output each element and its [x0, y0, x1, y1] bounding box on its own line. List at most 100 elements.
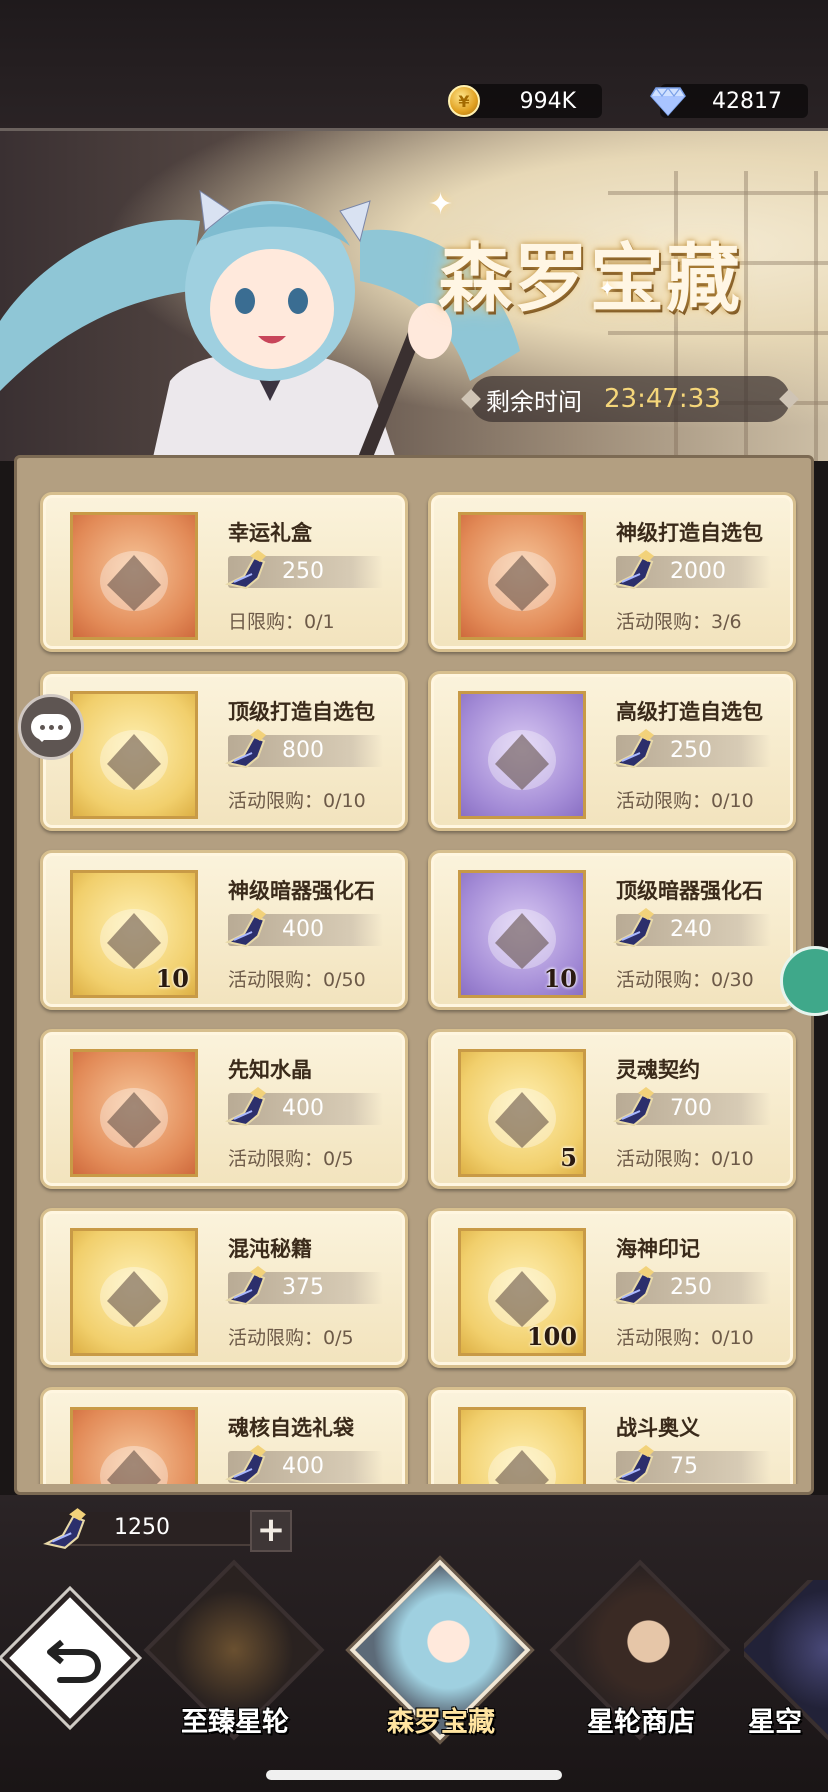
- item-price: 400: [282, 1096, 324, 1121]
- chat-icon: [31, 714, 71, 742]
- item-name: 神级打造自选包: [616, 521, 763, 545]
- item-thumbnail: [70, 1228, 198, 1356]
- shop-item-card[interactable]: 10 顶级暗器强化石 240 活动限购：0/30: [428, 850, 796, 1010]
- item-thumbnail: [458, 1407, 586, 1484]
- price-tag: 700: [613, 1087, 771, 1127]
- item-icon: [100, 1267, 168, 1327]
- item-name: 先知水晶: [228, 1058, 312, 1082]
- shop-item-card[interactable]: 先知水晶 400 活动限购：0/5: [40, 1029, 408, 1189]
- token-icon: [225, 550, 266, 590]
- token-icon: [613, 1087, 654, 1127]
- purchase-limit: 活动限购：0/10: [616, 1148, 754, 1170]
- tab-starry-sky[interactable]: 星空: [744, 1580, 828, 1750]
- purchase-limit: 活动限购：0/10: [616, 1327, 754, 1349]
- tab-label: 森罗宝藏: [387, 1707, 495, 1738]
- tab-label: 至臻星轮: [181, 1707, 289, 1738]
- sparkle-icon: ✦: [428, 187, 454, 222]
- price-tag: 250: [225, 550, 383, 590]
- item-quantity: 10: [155, 964, 189, 993]
- item-thumbnail: 5: [458, 1049, 586, 1177]
- item-price: 375: [282, 1275, 324, 1300]
- shop-item-list[interactable]: 幸运礼盒 250 日限购：0/1 神级打造自选包 2000 活动限购：3/6 顶…: [26, 490, 800, 1484]
- token-icon: [225, 1087, 266, 1127]
- token-icon: [613, 1266, 654, 1306]
- item-thumbnail: [70, 691, 198, 819]
- item-icon: [100, 1446, 168, 1484]
- item-quantity: 5: [560, 1143, 577, 1172]
- token-icon: [225, 908, 266, 948]
- item-icon: [488, 1446, 556, 1484]
- item-quantity: 10: [543, 964, 577, 993]
- shop-item-card[interactable]: 5 灵魂契约 700 活动限购：0/10: [428, 1029, 796, 1189]
- item-price: 250: [670, 738, 712, 763]
- item-icon: [488, 551, 556, 611]
- gold-counter[interactable]: ¥ 994K: [448, 84, 602, 118]
- shop-item-card[interactable]: 幸运礼盒 250 日限购：0/1: [40, 492, 408, 652]
- home-indicator: [266, 1770, 562, 1780]
- item-name: 顶级打造自选包: [228, 700, 375, 724]
- price-tag: 240: [613, 908, 771, 948]
- price-tag: 75: [613, 1445, 771, 1484]
- gold-value: 994K: [519, 88, 576, 114]
- token-count: 1250: [114, 1515, 170, 1540]
- tab-label: 星轮商店: [587, 1707, 695, 1738]
- item-price: 800: [282, 738, 324, 763]
- chat-button[interactable]: [18, 694, 84, 760]
- purchase-limit: 活动限购：0/50: [228, 969, 366, 991]
- item-price: 400: [282, 1454, 324, 1479]
- shop-item-card[interactable]: 魂核自选礼袋 400: [40, 1387, 408, 1484]
- price-tag: 375: [225, 1266, 383, 1306]
- item-thumbnail: 100: [458, 1228, 586, 1356]
- item-thumbnail: 10: [458, 870, 586, 998]
- add-token-button[interactable]: +: [250, 1510, 292, 1552]
- shop-item-card[interactable]: 10 神级暗器强化石 400 活动限购：0/50: [40, 850, 408, 1010]
- item-thumbnail: [70, 1049, 198, 1177]
- event-title: 森罗宝藏: [438, 236, 742, 322]
- price-tag: 250: [613, 1266, 771, 1306]
- tab-senluo-treasure[interactable]: 森罗宝藏: [349, 1559, 531, 1750]
- item-price: 75: [670, 1454, 698, 1479]
- back-icon: [47, 1639, 102, 1683]
- purchase-limit: 活动限购：0/10: [228, 790, 366, 812]
- shop-item-card[interactable]: 战斗奥义 75: [428, 1387, 796, 1484]
- diamond-icon: [650, 87, 686, 116]
- purchase-limit: 活动限购：0/10: [616, 790, 754, 812]
- token-icon: [613, 729, 654, 769]
- shop-item-card[interactable]: 100 海神印记 250 活动限购：0/10: [428, 1208, 796, 1368]
- price-tag: 2000: [613, 550, 771, 590]
- token-icon: [225, 1445, 266, 1484]
- plus-icon: +: [256, 1510, 286, 1550]
- item-icon: [100, 730, 168, 790]
- token-icon: [613, 550, 654, 590]
- tab-star-wheel-shop[interactable]: 星轮商店: [549, 1559, 731, 1750]
- item-price: 240: [670, 917, 712, 942]
- timer-value: 23:47:33: [604, 384, 721, 414]
- price-tag: 400: [225, 908, 383, 948]
- item-name: 灵魂契约: [616, 1058, 700, 1082]
- item-thumbnail: [70, 512, 198, 640]
- shop-item-card[interactable]: 神级打造自选包 2000 活动限购：3/6: [428, 492, 796, 652]
- tab-supreme-star-wheel[interactable]: 至臻星轮: [143, 1559, 325, 1750]
- item-name: 海神印记: [616, 1237, 700, 1261]
- item-icon: [488, 730, 556, 790]
- item-icon: [100, 1088, 168, 1148]
- token-icon: [225, 1266, 266, 1306]
- sparkle-icon: ✦: [598, 277, 617, 302]
- token-icon: [43, 1508, 86, 1549]
- item-name: 高级打造自选包: [616, 700, 763, 724]
- price-tag: 800: [225, 729, 383, 769]
- price-tag: 250: [613, 729, 771, 769]
- gem-counter[interactable]: 42817: [650, 84, 808, 118]
- item-quantity: 100: [526, 1322, 577, 1351]
- shop-item-card[interactable]: 顶级打造自选包 800 活动限购：0/10: [40, 671, 408, 831]
- purchase-limit: 活动限购：0/30: [616, 969, 754, 991]
- item-name: 幸运礼盒: [228, 521, 312, 545]
- shop-item-card[interactable]: 混沌秘籍 375 活动限购：0/5: [40, 1208, 408, 1368]
- shop-item-card[interactable]: 高级打造自选包 250 活动限购：0/10: [428, 671, 796, 831]
- item-thumbnail: [458, 512, 586, 640]
- price-tag: 400: [225, 1087, 383, 1127]
- token-icon: [613, 908, 654, 948]
- item-name: 战斗奥义: [616, 1416, 700, 1440]
- tab-label: 星空: [748, 1707, 802, 1738]
- item-thumbnail: [458, 691, 586, 819]
